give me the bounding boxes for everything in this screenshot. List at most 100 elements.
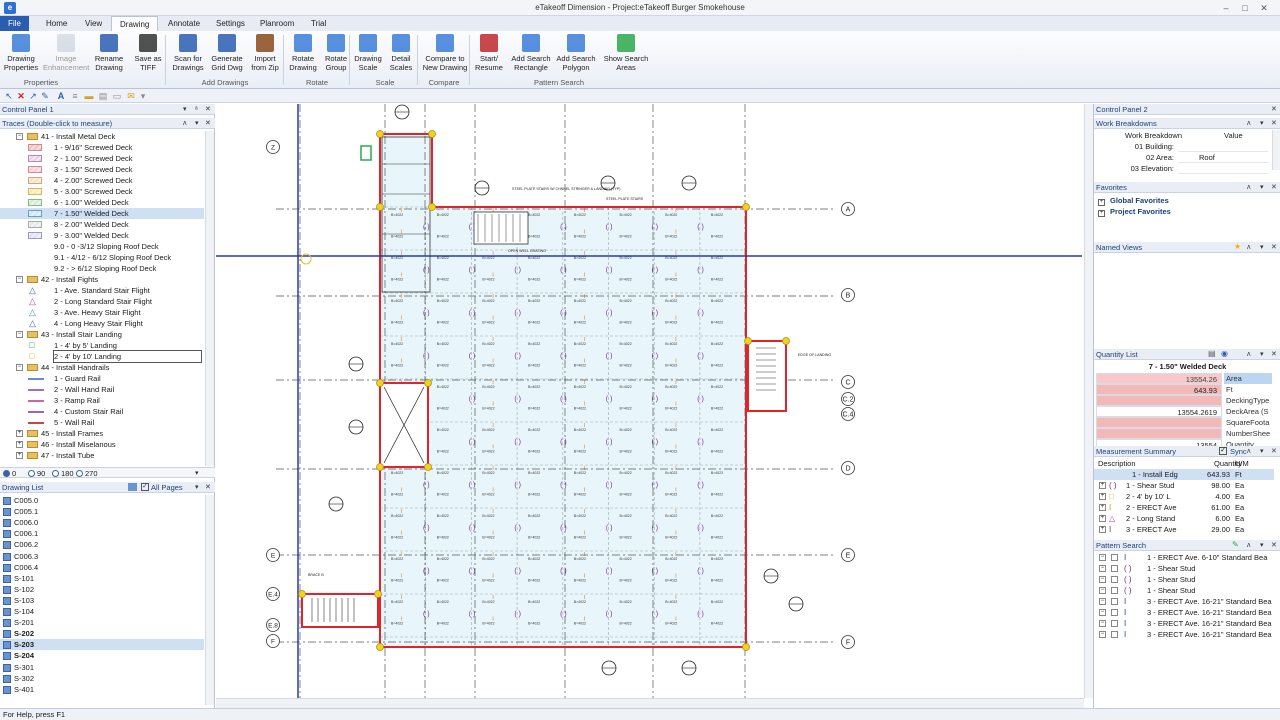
pattern-search-row[interactable]: − I 1 - ERECT Ave. 6-10" Standard Bea <box>1094 552 1280 563</box>
rotate-group-button[interactable]: Rotate Group <box>321 34 351 78</box>
collapse-icon[interactable]: − <box>16 331 23 338</box>
trace-item[interactable]: 3 - 1.50" Screwed Deck <box>0 164 204 175</box>
pattern-checkbox[interactable] <box>1111 565 1118 572</box>
pattern-tool-icon[interactable]: ✎ <box>1232 540 1239 549</box>
trace-group[interactable]: − 43 - Install Stair Landing <box>0 329 204 340</box>
star-icon[interactable]: ★ <box>1234 242 1241 251</box>
maximize-icon[interactable]: □ <box>1238 2 1252 14</box>
vertex-handle[interactable] <box>376 130 384 138</box>
auto-hide-icon[interactable]: ᵃ <box>195 104 198 115</box>
close-icon[interactable]: ✕ <box>205 482 211 493</box>
drawing-list-scrollbar[interactable] <box>205 495 214 705</box>
expand-icon[interactable]: + <box>1099 504 1106 511</box>
collapse-icon[interactable]: − <box>1099 609 1106 616</box>
close-icon[interactable]: ✕ <box>1271 446 1277 457</box>
trace-item[interactable]: □ 1 - 4' by 5' Landing <box>0 340 204 351</box>
measurement-row[interactable]: + △ 2 - Long Stand 6.00 Ea <box>1094 513 1274 524</box>
expand-icon[interactable]: + <box>1099 526 1106 533</box>
trace-item[interactable]: 6 - 1.00" Welded Deck <box>0 197 204 208</box>
trace-item[interactable]: 3 - Ramp Rail <box>0 395 204 406</box>
measurement-row[interactable]: +( ) 1 - Shear Stud 98.00 Ea <box>1094 480 1274 491</box>
start-button[interactable]: Start/Resume <box>474 34 504 78</box>
scan-button[interactable]: Scan for Drawings <box>170 34 206 78</box>
search-polygon-button[interactable]: Add Search Polygon <box>554 34 598 78</box>
pattern-checkbox[interactable] <box>1111 620 1118 627</box>
traces-scrollbar[interactable] <box>205 131 214 466</box>
collapse-icon[interactable]: − <box>1099 598 1106 605</box>
search-areas-button[interactable]: Show Search Areas <box>602 34 650 78</box>
trace-item[interactable]: 2 - 1.00" Screwed Deck <box>0 153 204 164</box>
drawing-list-item[interactable]: S-203 <box>0 639 204 651</box>
tab-annotate[interactable]: Annotate <box>160 16 208 31</box>
image-enhancement-button[interactable]: Image Enhancement <box>43 34 89 78</box>
drawing-properties-button[interactable]: Drawing Properties <box>3 34 39 78</box>
work-breakdown-scrollbar[interactable] <box>1272 130 1280 170</box>
vertex-handle[interactable] <box>376 379 384 387</box>
pattern-checkbox[interactable] <box>1111 576 1118 583</box>
menu-icon[interactable]: ▾ <box>195 118 199 129</box>
expand-icon[interactable]: + <box>1099 493 1106 500</box>
select-icon[interactable]: ↗ <box>28 91 38 101</box>
trace-item[interactable]: 1 - 9/16" Screwed Deck <box>0 142 204 153</box>
collapse-icon[interactable]: − <box>1099 620 1106 627</box>
trace-group[interactable]: − 42 - Install Fights <box>0 274 204 285</box>
vertex-handle[interactable] <box>742 203 750 211</box>
collapse-icon[interactable]: ʌ <box>1247 182 1251 193</box>
pointer-icon[interactable]: ↖ <box>4 91 14 101</box>
drawing-list-item[interactable]: S-401 <box>0 684 204 695</box>
tab-drawing[interactable]: Drawing <box>111 16 159 31</box>
collapse-icon[interactable]: − <box>1099 631 1106 638</box>
quantity-value[interactable] <box>1096 395 1222 406</box>
close-icon[interactable]: ✕ <box>1271 349 1277 360</box>
collapse-icon[interactable]: ʌ <box>183 118 187 129</box>
drawing-list-item[interactable]: S-201 <box>0 617 204 628</box>
vertex-handle[interactable] <box>376 643 384 651</box>
rotation-option-0[interactable]: 0 <box>3 469 16 478</box>
tab-view[interactable]: View <box>77 16 110 31</box>
minimize-icon[interactable]: – <box>1219 2 1233 14</box>
collapse-icon[interactable]: ʌ <box>1247 540 1251 551</box>
drawing-list-item[interactable]: S-202 <box>0 628 204 639</box>
trace-item[interactable]: 9.0 - 0 -3/12 Sloping Roof Deck <box>0 241 204 252</box>
quantity-value[interactable] <box>1096 428 1222 439</box>
close-icon[interactable]: ✕ <box>205 104 211 115</box>
stair-outline[interactable] <box>301 593 379 628</box>
drawing-list-item[interactable]: C006.2 <box>0 539 204 550</box>
format-icon[interactable]: ▤ <box>98 91 108 101</box>
document-icon[interactable]: ▤ <box>1208 349 1216 358</box>
trace-item[interactable]: 2 - Wall Hand Rail <box>0 384 204 395</box>
tab-planroom[interactable]: Planroom <box>252 16 302 31</box>
expand-icon[interactable]: + <box>1098 210 1105 217</box>
pattern-checkbox[interactable] <box>1111 631 1118 638</box>
vertex-handle[interactable] <box>742 643 750 651</box>
vertex-handle[interactable] <box>744 337 752 345</box>
work-breakdown-value[interactable] <box>1178 141 1268 152</box>
trace-item[interactable]: 8 - 2.00" Welded Deck <box>0 219 204 230</box>
pattern-checkbox[interactable] <box>1111 598 1118 605</box>
trace-item[interactable]: 9.2 - > 6/12 Sloping Roof Deck <box>0 263 204 274</box>
quantity-value[interactable]: 13554.2619 <box>1096 406 1222 417</box>
drawing-list-item[interactable]: C005.1 <box>0 506 204 517</box>
menu-icon[interactable]: ▾ <box>195 469 199 477</box>
work-breakdown-value[interactable]: Roof <box>1178 152 1268 163</box>
measurement-row[interactable]: 1 - Install Edg 643.93 Ft <box>1094 469 1274 480</box>
menu-icon[interactable]: ▾ <box>1260 540 1264 551</box>
vertex-handle[interactable] <box>424 463 432 471</box>
quantity-value[interactable]: 643.93 <box>1096 384 1222 395</box>
drawing-list-item[interactable]: S-102 <box>0 584 204 595</box>
collapse-icon[interactable]: ʌ <box>1247 242 1251 253</box>
expand-icon[interactable]: + <box>1099 482 1106 489</box>
trace-item[interactable]: △ 3 - Ave. Heavy Stair Flight <box>0 307 204 318</box>
canvas-h-scrollbar[interactable] <box>216 698 1084 708</box>
highlight-icon[interactable]: ▬ <box>84 91 94 101</box>
work-breakdown-value[interactable] <box>1178 163 1268 174</box>
vertex-handle[interactable] <box>782 337 790 345</box>
menu-icon[interactable]: ▾ <box>1260 446 1264 457</box>
vertex-handle[interactable] <box>376 203 384 211</box>
edit-icon[interactable]: ✎ <box>40 91 50 101</box>
expand-icon[interactable]: + <box>16 441 23 448</box>
trace-group[interactable]: − 44 - Install Handrails <box>0 362 204 373</box>
drawing-list-item[interactable]: S-302 <box>0 673 204 684</box>
drawing-list-item[interactable]: C006.0 <box>0 517 204 528</box>
pattern-search-row[interactable]: − ( ) 1 - Shear Stud <box>1094 563 1280 574</box>
